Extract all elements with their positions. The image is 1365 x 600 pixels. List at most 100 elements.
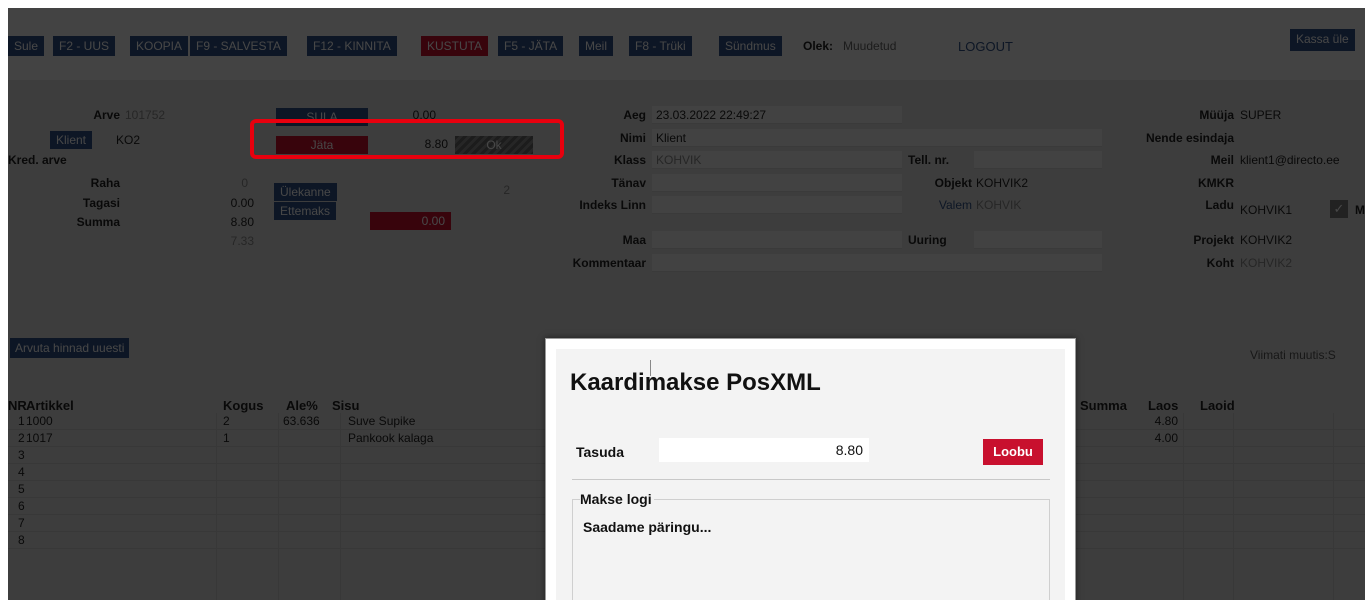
logout-link[interactable]: LOGOUT [958, 39, 1013, 54]
col-header-nr: NR [8, 398, 27, 413]
summa-value: 8.80 [230, 215, 254, 229]
valem-value: KOHVIK [976, 198, 1022, 212]
uuring-label: Uuring [908, 233, 947, 247]
row-nr: 6 [18, 499, 25, 513]
tell-nr-field[interactable] [974, 151, 1102, 169]
row-nr: 1 [18, 414, 25, 428]
row-summa: 4.80 [1154, 414, 1178, 428]
row-sisu[interactable]: Pankook kalaga [348, 431, 433, 445]
payment-log-legend: Makse logi [580, 491, 654, 507]
objekt-label: Objekt [934, 176, 972, 190]
mail-button[interactable]: Meil [579, 36, 614, 56]
print-button[interactable]: F8 - Trüki [629, 36, 692, 56]
dialog-body: Kaardimakse PosXML Tasuda Loobu Makse lo… [556, 349, 1065, 600]
row-nr: 8 [18, 533, 25, 547]
toolbar: Sule F2 - UUS KOOPIA F9 - SALVESTA F12 -… [8, 8, 1365, 80]
col-header-summa: Summa [1080, 398, 1127, 413]
text-cursor-icon [650, 360, 651, 376]
col-header-laoid: Laoid [1200, 398, 1235, 413]
col-header-kogus: Kogus [223, 398, 264, 413]
arve-label: Arve [93, 108, 120, 122]
row-sisu[interactable]: Suve Supike [348, 414, 415, 428]
uuring-field[interactable] [974, 231, 1102, 249]
muuja-value[interactable]: SUPER [1240, 108, 1281, 122]
arve-value: 101752 [125, 108, 166, 122]
valem-link[interactable]: Valem [888, 198, 972, 212]
klass-value: KOHVIK [656, 153, 702, 167]
kred-arve-label: Kred. arve [8, 153, 67, 167]
ettemaks-button[interactable]: Ettemaks [274, 202, 337, 220]
leave-button[interactable]: F5 - JÄTA [498, 36, 564, 56]
meil-value[interactable]: klient1@directo.ee [1240, 153, 1340, 167]
ladu-checkbox[interactable]: ✓ [1330, 200, 1348, 218]
ladu-label: Ladu [1205, 198, 1234, 212]
col-header-laos: Laos [1148, 398, 1179, 413]
status-value: Muudetud [843, 39, 897, 53]
summa-label: Summa [76, 215, 120, 229]
row-nr: 7 [18, 516, 25, 530]
tasuda-input[interactable] [659, 438, 869, 462]
objekt-value[interactable]: KOHVIK2 [976, 176, 1028, 190]
row-artikkel[interactable]: 1017 [26, 431, 53, 445]
row-nr: 5 [18, 482, 25, 496]
tanav-label: Tänav [611, 176, 646, 190]
last-modified-text: Viimati muutis:S [1250, 348, 1336, 362]
recalc-prices-button[interactable]: Arvuta hinnad uuesti [10, 338, 130, 358]
payment-log-text: Saadame päringu... [583, 519, 712, 535]
muuja-label: Müüja [1199, 108, 1234, 122]
kommentaar-label: Kommentaar [572, 256, 646, 270]
indeks-linn-label: Indeks Linn [579, 198, 646, 212]
delete-button[interactable]: KUSTUTA [421, 36, 489, 56]
projekt-label: Projekt [1193, 233, 1234, 247]
status-label: Olek: [803, 39, 834, 53]
ladu-value[interactable]: KOHVIK1 [1240, 203, 1292, 217]
ulekanne-button[interactable]: Ülekanne [274, 183, 337, 201]
event-button[interactable]: Sündmus [719, 36, 782, 56]
aeg-label: Aeg [623, 108, 646, 122]
tell-nr-label: Tell. nr. [908, 153, 950, 167]
row-kogus[interactable]: 2 [223, 414, 230, 428]
summa-net-value: 7.33 [230, 234, 254, 248]
ulekanne-value[interactable]: 2 [468, 183, 510, 197]
dialog-title: Kaardimakse PosXML [570, 369, 821, 396]
row-ale[interactable]: 63.636 [283, 414, 320, 428]
row-kogus[interactable]: 1 [223, 431, 230, 445]
col-header-ale: Ale% [286, 398, 318, 413]
nimi-value: Klient [656, 131, 687, 145]
projekt-value[interactable]: KOHVIK2 [1240, 233, 1292, 247]
nende-esindaja-label: Nende esindaja [1145, 131, 1234, 145]
koht-value[interactable]: KOHVIK2 [1240, 256, 1292, 270]
maa-field[interactable] [652, 231, 902, 249]
klient-button[interactable]: Klient [50, 131, 93, 149]
cancel-button[interactable]: Loobu [983, 439, 1043, 465]
confirm-button[interactable]: F12 - KINNITA [307, 36, 397, 56]
aeg-value: 23.03.2022 22:49:27 [656, 108, 767, 122]
sule-button[interactable]: Sule [8, 36, 45, 56]
row-nr: 4 [18, 465, 25, 479]
row-nr: 2 [18, 431, 25, 445]
tagasi-value: 0.00 [230, 196, 254, 210]
row-artikkel[interactable]: 1000 [26, 414, 53, 428]
row-nr: 3 [18, 448, 25, 462]
tagasi-label: Tagasi [82, 196, 120, 210]
page: Sule F2 - UUS KOOPIA F9 - SALVESTA F12 -… [0, 0, 1365, 600]
tanav-field[interactable] [652, 174, 902, 192]
indeks-linn-field[interactable] [652, 196, 902, 214]
new-button[interactable]: F2 - UUS [53, 36, 116, 56]
nimi-field[interactable] [652, 129, 1102, 147]
raha-value[interactable]: 0 [208, 176, 248, 190]
row-summa: 4.00 [1154, 431, 1178, 445]
kassa-button[interactable]: Kassa üle [1290, 29, 1355, 51]
maa-label: Maa [622, 233, 646, 247]
klient-value[interactable]: KO2 [116, 133, 140, 147]
kommentaar-field[interactable] [652, 254, 1102, 272]
copy-button[interactable]: KOOPIA [130, 36, 189, 56]
col-header-sisu: Sisu [332, 398, 360, 413]
save-button[interactable]: F9 - SALVESTA [190, 36, 287, 56]
tasuda-label: Tasuda [576, 444, 624, 460]
payment-log-box [572, 499, 1050, 600]
ettemaks-value[interactable]: 0.00 [370, 212, 451, 230]
koht-label: Koht [1206, 256, 1234, 270]
card-payment-dialog: Kaardimakse PosXML Tasuda Loobu Makse lo… [545, 338, 1076, 600]
meil-label: Meil [1210, 153, 1234, 167]
